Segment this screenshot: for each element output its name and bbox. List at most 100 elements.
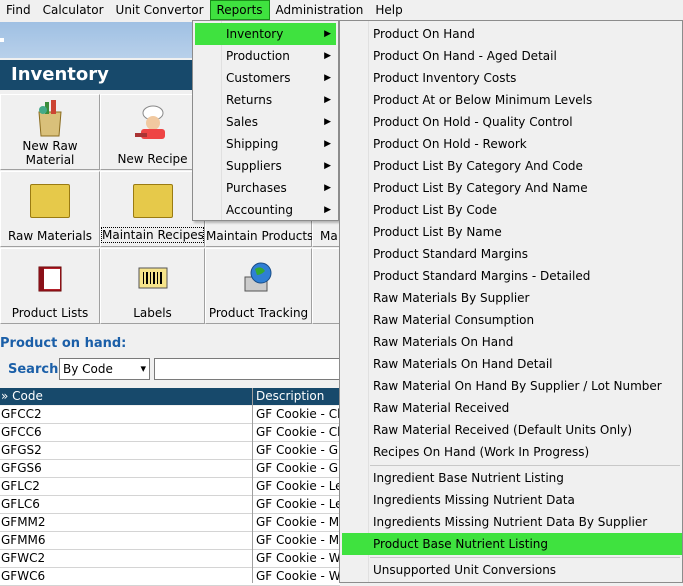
folder-chef-icon — [132, 184, 173, 218]
submenu-arrow-icon: ▶ — [324, 139, 331, 149]
reports-menu-item[interactable]: Inventory ▶ — [195, 23, 336, 45]
menu-separator — [370, 465, 680, 466]
inventory-report-item[interactable]: Product List By Category And Name — [342, 177, 682, 199]
inventory-report-item[interactable]: Product Standard Margins - Detailed — [342, 265, 682, 287]
menu-bar: Find Calculator Unit Convertor Reports A… — [0, 0, 683, 20]
cell-code: GFGS2 — [1, 443, 42, 457]
inventory-report-item[interactable]: Ingredients Missing Nutrient Data — [342, 489, 682, 511]
table-row[interactable]: GFWC2 GF Cookie - Wh — [0, 550, 340, 568]
globe-computer-icon — [244, 262, 271, 292]
product-lists-tile[interactable]: Product Lists — [0, 248, 100, 324]
inventory-report-item[interactable]: Raw Material Received (Default Units Onl… — [342, 419, 682, 441]
cell-code: GFCC2 — [1, 407, 42, 421]
menu-item-label: Production — [226, 49, 290, 63]
cell-description: GF Cookie - Gi — [256, 461, 340, 475]
chevron-down-icon: ▾ — [140, 362, 146, 375]
menu-unit-convertor[interactable]: Unit Convertor — [110, 0, 210, 20]
inventory-report-item[interactable]: Product List By Category And Code — [342, 155, 682, 177]
menu-reports[interactable]: Reports — [209, 0, 270, 20]
table-row[interactable]: GFMM2 GF Cookie - M& — [0, 514, 340, 532]
inventory-report-item[interactable]: Product List By Name — [342, 221, 682, 243]
inventory-report-item[interactable]: Product On Hold - Rework — [342, 133, 682, 155]
cell-description: GF Cookie - Le — [256, 497, 340, 511]
cell-code: GFLC6 — [1, 497, 40, 511]
table-row[interactable]: GFMM6 GF Cookie - M& — [0, 532, 340, 550]
inventory-report-item[interactable]: Raw Material Consumption — [342, 309, 682, 331]
inventory-report-item[interactable]: Raw Materials On Hand Detail — [342, 353, 682, 375]
reports-menu-item[interactable]: Shipping ▶ — [195, 133, 336, 155]
cell-description: GF Cookie - M& — [256, 515, 340, 529]
tile-label: New Raw — [22, 139, 78, 153]
search-label: Search: — [8, 362, 64, 377]
table-row[interactable]: GFLC2 GF Cookie - Le — [0, 478, 340, 496]
inventory-report-item[interactable]: Raw Materials By Supplier — [342, 287, 682, 309]
inventory-report-item[interactable]: Unsupported Unit Conversions — [342, 559, 682, 581]
inventory-report-item[interactable]: Product Base Nutrient Listing — [342, 533, 682, 555]
cell-description: GF Cookie - Ch — [256, 425, 340, 439]
inventory-report-item[interactable]: Raw Material On Hand By Supplier / Lot N… — [342, 375, 682, 397]
reports-menu-item[interactable]: Suppliers ▶ — [195, 155, 336, 177]
reports-menu-item[interactable]: Purchases ▶ — [195, 177, 336, 199]
search-input[interactable] — [154, 358, 344, 380]
table-row[interactable]: GFGS2 GF Cookie - Gi — [0, 442, 340, 460]
tile-label: Material — [25, 153, 75, 167]
inventory-report-item[interactable]: Product On Hand - Aged Detail — [342, 45, 682, 67]
submenu-arrow-icon: ▶ — [324, 95, 331, 105]
chef-icon — [134, 105, 165, 139]
inventory-report-item[interactable]: Raw Materials On Hand — [342, 331, 682, 353]
tile-label: Maintain Recipes — [101, 227, 204, 243]
tile-partial-2[interactable] — [312, 248, 342, 324]
raw-materials-tile[interactable]: Raw Materials — [0, 171, 100, 247]
tile-label: Labels — [133, 306, 172, 320]
groceries-bag-icon — [38, 100, 62, 137]
tile-label: Product Tracking — [208, 306, 309, 320]
inventory-report-item[interactable]: Recipes On Hand (Work In Progress) — [342, 441, 682, 463]
cell-description: GF Cookie - Wh — [256, 551, 340, 565]
inventory-report-item[interactable]: Product List By Code — [342, 199, 682, 221]
table-row[interactable]: GFCC2 GF Cookie - Ch — [0, 406, 340, 424]
column-header-description[interactable]: Description — [256, 389, 324, 403]
reports-menu-item[interactable]: Accounting ▶ — [195, 199, 336, 221]
inventory-report-item[interactable]: Product On Hold - Quality Control — [342, 111, 682, 133]
inventory-report-item[interactable]: Product At or Below Minimum Levels — [342, 89, 682, 111]
cell-description: GF Cookie - Wh — [256, 569, 340, 583]
search-mode-select[interactable]: By Code ▾ — [59, 358, 150, 380]
inventory-report-item[interactable]: Raw Material Received — [342, 397, 682, 419]
menu-item-label: Customers — [226, 71, 291, 85]
grid-header: » Code Description — [0, 388, 340, 405]
new-raw-material-tile[interactable]: New Raw Material — [0, 94, 100, 170]
product-tracking-tile[interactable]: Product Tracking — [205, 248, 312, 324]
reports-menu-item[interactable]: Sales ▶ — [195, 111, 336, 133]
folder-icon — [30, 184, 70, 218]
menu-help[interactable]: Help — [369, 0, 408, 20]
inventory-report-item[interactable]: Ingredients Missing Nutrient Data By Sup… — [342, 511, 682, 533]
submenu-arrow-icon: ▶ — [324, 205, 331, 215]
inventory-report-item[interactable]: Product On Hand — [342, 23, 682, 45]
new-recipe-tile[interactable]: New Recipe — [100, 94, 205, 170]
reports-menu-item[interactable]: Returns ▶ — [195, 89, 336, 111]
table-row[interactable]: GFGS6 GF Cookie - Gi — [0, 460, 340, 478]
menu-calculator[interactable]: Calculator — [37, 0, 110, 20]
reports-menu: Inventory ▶ Production ▶ Customers ▶ Returns ▶ S… — [192, 20, 339, 221]
menu-find[interactable]: Find — [0, 0, 37, 20]
table-row[interactable]: GFLC6 GF Cookie - Le — [0, 496, 340, 514]
tile-label: Ma — [320, 229, 338, 243]
inventory-report-item[interactable]: Product Inventory Costs — [342, 67, 682, 89]
product-on-hand-label: Product on hand: — [0, 336, 127, 351]
labels-tile[interactable]: Labels — [100, 248, 205, 324]
reports-menu-item[interactable]: Production ▶ — [195, 45, 336, 67]
cell-description: GF Cookie - Ch — [256, 407, 340, 421]
reports-menu-item[interactable]: Customers ▶ — [195, 67, 336, 89]
inventory-report-item[interactable]: Ingredient Base Nutrient Listing — [342, 467, 682, 489]
inventory-report-item[interactable]: Product Standard Margins — [342, 243, 682, 265]
table-row[interactable]: GFCC6 GF Cookie - Ch — [0, 424, 340, 442]
menu-item-label: Returns — [226, 93, 273, 107]
maintain-recipes-tile[interactable]: Maintain Recipes — [100, 171, 205, 247]
menu-item-label: Sales — [226, 115, 258, 129]
book-icon — [38, 266, 62, 292]
menu-administration[interactable]: Administration — [270, 0, 370, 20]
submenu-arrow-icon: ▶ — [324, 73, 331, 83]
column-header-code[interactable]: » Code — [1, 389, 43, 403]
table-row[interactable]: GFWC6 GF Cookie - Wh — [0, 568, 340, 586]
submenu-arrow-icon: ▶ — [324, 29, 331, 39]
